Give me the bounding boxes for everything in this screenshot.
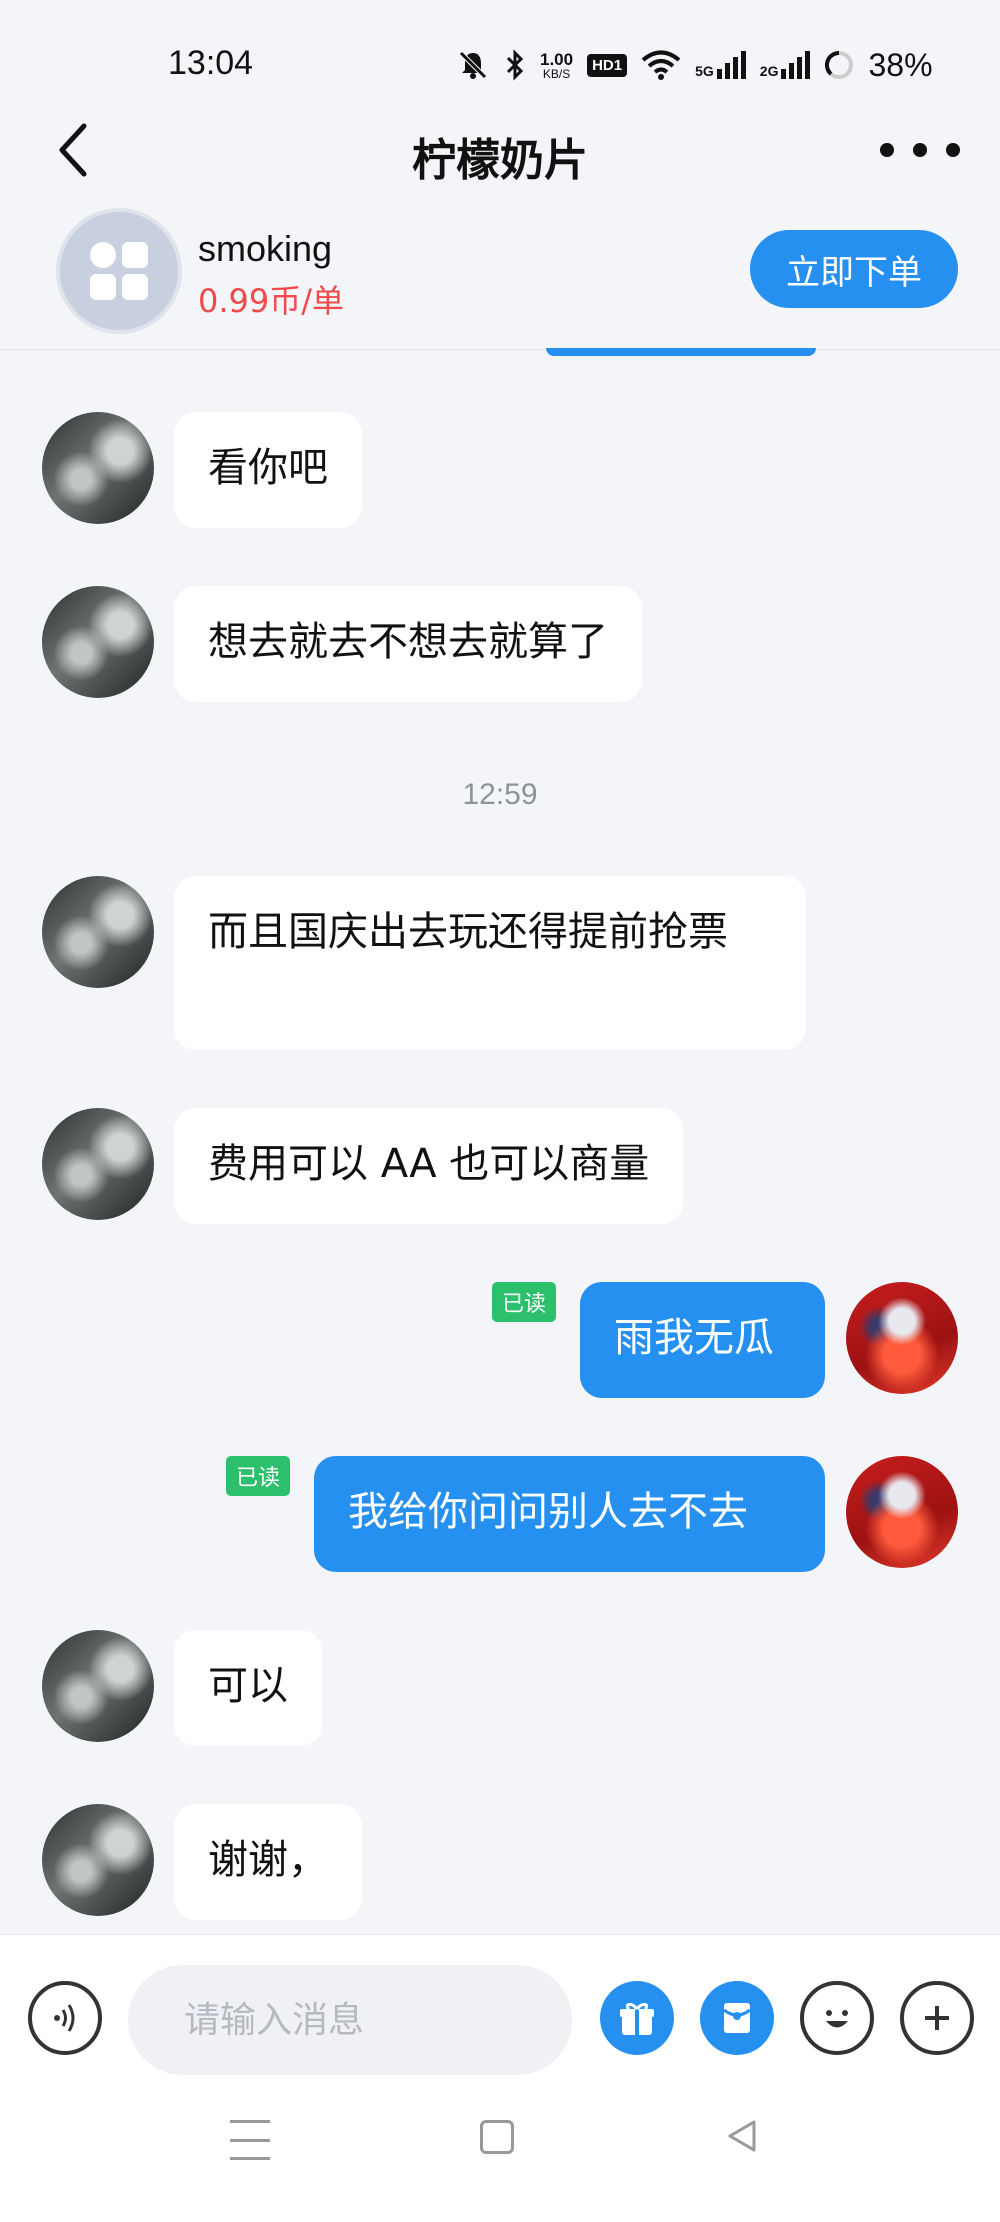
net-speed-value: 1.00	[540, 49, 574, 69]
time-separator: 12:59	[462, 778, 538, 811]
message-bubble[interactable]: 谢谢，	[174, 1804, 362, 1920]
bluetooth-icon	[504, 48, 526, 82]
message-bubble[interactable]: 而且国庆出去玩还得提前抢票	[174, 876, 806, 1050]
wifi-icon	[641, 49, 681, 81]
signal-2g: 2G	[760, 51, 811, 79]
message-bubble[interactable]: 雨我无瓜	[580, 1282, 825, 1398]
mute-icon	[456, 48, 490, 82]
product-card: smoking 0.99币/单 立即下单	[0, 200, 1000, 350]
contact-avatar[interactable]	[42, 1108, 154, 1220]
home-icon[interactable]	[480, 2120, 514, 2154]
status-time: 13:04	[168, 44, 254, 82]
signal-2g-label: 2G	[759, 63, 779, 79]
voice-button[interactable]	[28, 1981, 102, 2055]
order-now-button[interactable]: 立即下单	[750, 230, 958, 308]
plus-button[interactable]	[900, 1981, 974, 2055]
menu-icon[interactable]	[230, 2120, 270, 2160]
battery-icon	[824, 50, 854, 80]
emoji-button[interactable]	[800, 1981, 874, 2055]
back-triangle-icon[interactable]	[722, 2116, 762, 2156]
emoji-icon	[826, 2010, 848, 2028]
message-bubble[interactable]: 可以	[174, 1630, 322, 1746]
message-bubble[interactable]: 看你吧	[174, 412, 362, 528]
contact-avatar[interactable]	[42, 1630, 154, 1742]
grid-app-icon	[90, 242, 116, 268]
more-dots-icon	[880, 143, 894, 157]
my-avatar[interactable]	[846, 1282, 958, 1394]
input-bar	[0, 1934, 1000, 2084]
top-bar: 柠檬奶片	[0, 100, 1000, 200]
more-button[interactable]	[880, 120, 960, 180]
network-speed: 1.00 KB/S	[540, 51, 573, 80]
product-avatar[interactable]	[56, 208, 182, 334]
signal-5g-label: 5G	[695, 63, 714, 79]
message-bubble[interactable]: 我给你问问别人去不去	[314, 1456, 825, 1572]
plus-icon	[925, 2006, 949, 2030]
status-icons: 1.00 KB/S HD1 5G 2G 38%	[456, 40, 933, 90]
voice-icon	[54, 2004, 75, 2032]
signal-5g: 5G	[695, 51, 746, 79]
contact-avatar[interactable]	[42, 586, 154, 698]
red-packet-icon	[723, 2003, 751, 2033]
contact-avatar[interactable]	[42, 876, 154, 988]
system-nav-bar	[0, 2084, 1000, 2222]
message-input[interactable]	[128, 1965, 572, 2075]
product-name: smoking	[198, 228, 333, 269]
contact-avatar[interactable]	[42, 412, 154, 524]
read-status-badge: 已读	[226, 1456, 291, 1496]
message-bubble[interactable]: 想去就去不想去就算了	[174, 586, 642, 702]
page-title: 柠檬奶片	[412, 135, 588, 186]
gift-button[interactable]	[600, 1981, 674, 2055]
read-status-badge: 已读	[492, 1282, 557, 1322]
partial-message-bubble	[546, 348, 816, 356]
gift-icon	[620, 2002, 654, 2035]
product-price: 0.99币/单	[198, 282, 345, 320]
net-speed-unit: KB/S	[542, 66, 571, 81]
hd-badge: HD1	[587, 53, 628, 77]
battery-percent: 38%	[868, 46, 933, 83]
contact-avatar[interactable]	[42, 1804, 154, 1916]
red-packet-button[interactable]	[700, 1981, 774, 2055]
message-bubble[interactable]: 费用可以 AA 也可以商量	[174, 1108, 684, 1224]
my-avatar[interactable]	[846, 1456, 958, 1568]
